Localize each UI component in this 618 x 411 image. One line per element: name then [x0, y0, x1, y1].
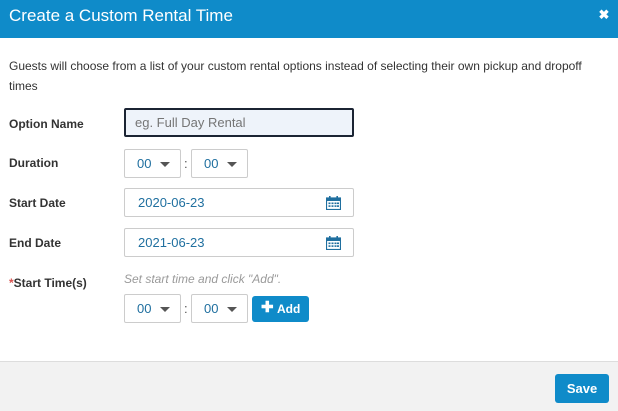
- option-name-input[interactable]: [124, 108, 354, 137]
- option-name-label: Option Name: [9, 117, 84, 131]
- start-date-input[interactable]: 2020-06-23: [124, 188, 354, 217]
- start-times-hint: Set start time and click "Add".: [124, 272, 282, 286]
- start-time-hours-select[interactable]: 00: [124, 294, 181, 323]
- modal-footer: Save: [0, 361, 618, 411]
- start-date-value: 2020-06-23: [138, 195, 205, 210]
- start-time-minutes-select[interactable]: 00: [191, 294, 248, 323]
- plus-icon: ✚: [261, 299, 274, 316]
- close-icon[interactable]: ✖: [598, 7, 610, 22]
- calendar-icon[interactable]: [326, 196, 341, 210]
- start-times-label: *Start Time(s): [9, 276, 87, 290]
- end-date-input[interactable]: 2021-06-23: [124, 228, 354, 257]
- start-time-separator: :: [184, 301, 188, 316]
- duration-hours-value: 00: [137, 156, 152, 171]
- add-start-time-button[interactable]: ✚ Add: [252, 296, 309, 322]
- modal-header: Create a Custom Rental Time ✖: [0, 0, 618, 38]
- modal-intro: Guests will choose from a list of your c…: [9, 59, 582, 93]
- end-date-value: 2021-06-23: [138, 235, 205, 250]
- start-time-hours-value: 00: [137, 301, 152, 316]
- end-date-label: End Date: [9, 236, 62, 250]
- chevron-down-icon: [227, 162, 237, 167]
- chevron-down-icon: [160, 307, 170, 312]
- chevron-down-icon: [227, 307, 237, 312]
- start-time-minutes-value: 00: [204, 301, 219, 316]
- duration-hours-select[interactable]: 00: [124, 149, 181, 178]
- duration-minutes-select[interactable]: 00: [191, 149, 248, 178]
- duration-minutes-value: 00: [204, 156, 219, 171]
- calendar-icon[interactable]: [326, 236, 341, 250]
- add-button-label: Add: [277, 302, 301, 316]
- duration-label: Duration: [9, 156, 59, 170]
- duration-separator: :: [184, 156, 188, 171]
- modal-title: Create a Custom Rental Time: [9, 6, 233, 25]
- save-button[interactable]: Save: [555, 374, 609, 403]
- chevron-down-icon: [160, 162, 170, 167]
- start-date-label: Start Date: [9, 196, 66, 210]
- start-times-label-text: Start Time(s): [13, 276, 87, 290]
